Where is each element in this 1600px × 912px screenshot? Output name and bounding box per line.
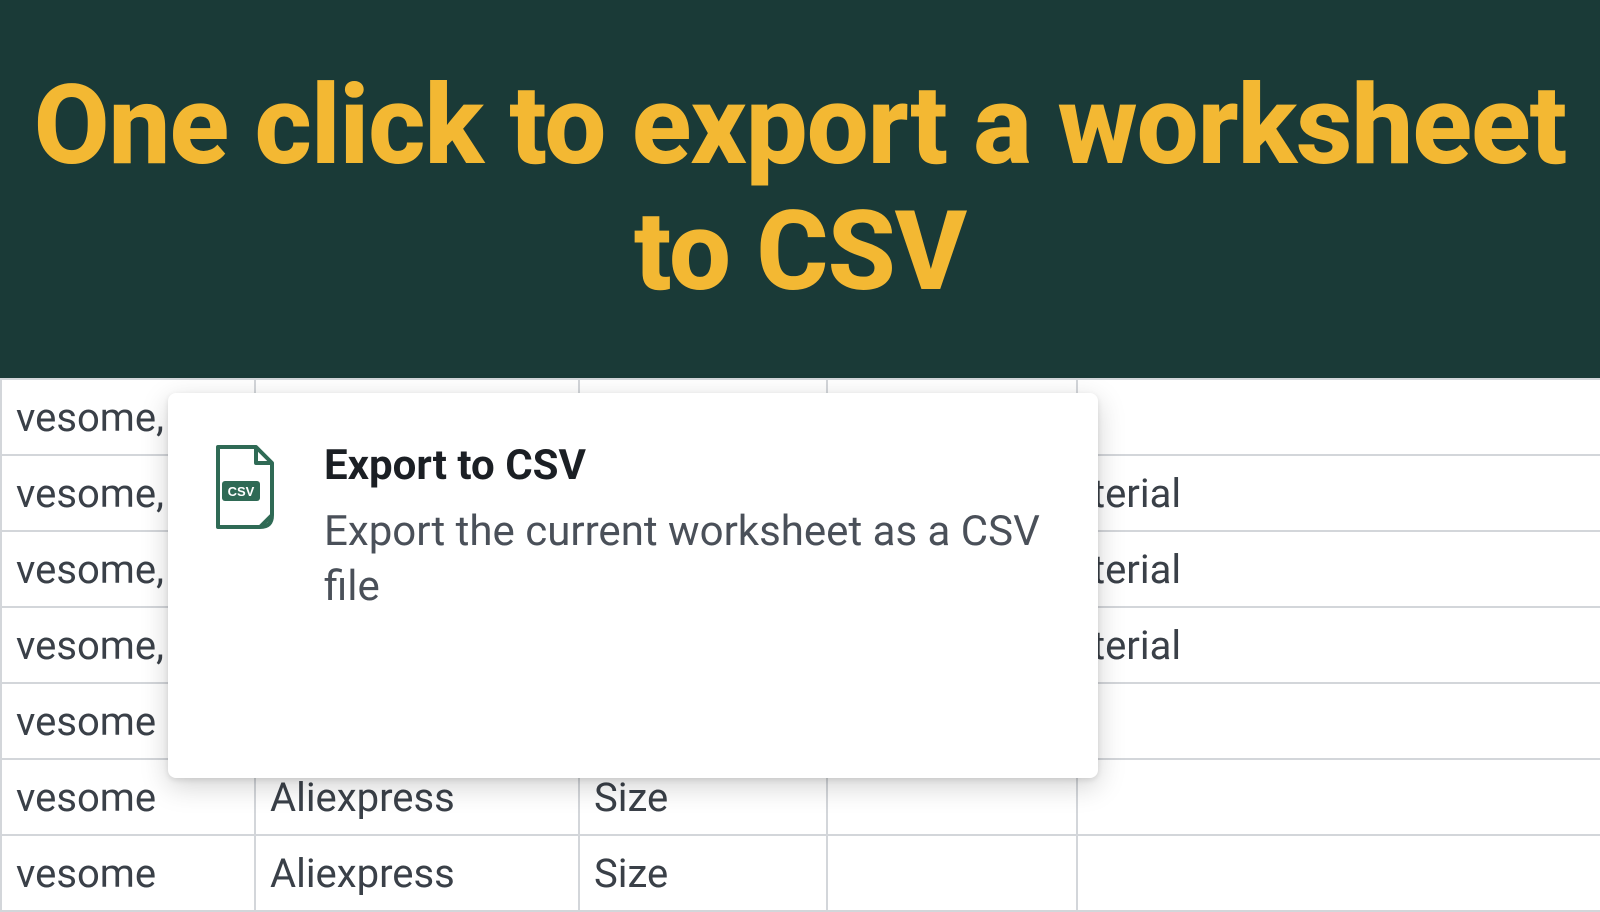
cell[interactable]: terial [1077,607,1600,683]
banner-headline: One click to export a worksheet to CSV [0,63,1600,316]
export-csv-card[interactable]: CSV Export to CSV Export the current wor… [168,393,1098,778]
promo-banner: One click to export a worksheet to CSV [0,0,1600,378]
cell[interactable] [1077,379,1600,455]
card-description: Export the current worksheet as a CSV fi… [324,504,1054,615]
csv-file-icon: CSV [212,441,280,744]
csv-badge-text: CSV [228,484,255,499]
cell[interactable] [1077,683,1600,759]
card-title: Export to CSV [324,441,1054,490]
cell[interactable]: terial [1077,531,1600,607]
cell[interactable] [1077,759,1600,835]
card-text-block: Export to CSV Export the current workshe… [324,441,1054,744]
cell[interactable]: terial [1077,455,1600,531]
